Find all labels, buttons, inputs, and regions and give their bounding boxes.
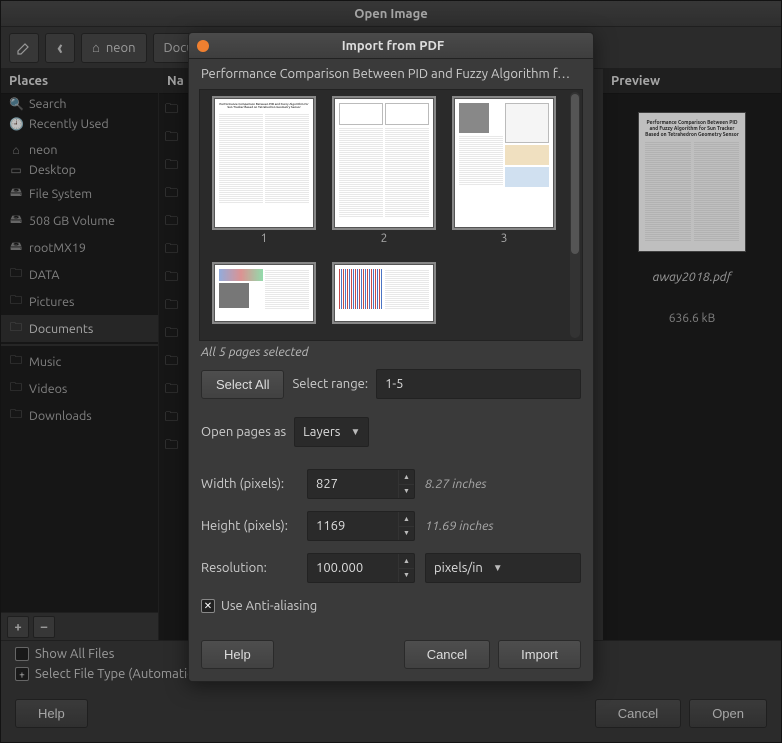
width-input[interactable]: 827 ▲▼ (307, 469, 415, 499)
spin-down-icon[interactable]: ▼ (398, 485, 414, 499)
antialias-checkbox[interactable]: ✕ (201, 599, 215, 613)
modal-titlebar: Import from PDF (189, 33, 593, 59)
page-thumb-3[interactable]: 3 (448, 98, 560, 256)
antialias-row[interactable]: ✕ Use Anti-aliasing (201, 599, 581, 613)
page-preview (334, 264, 434, 322)
thumbnails-scrollbar[interactable] (570, 92, 580, 338)
select-all-button[interactable]: Select All (201, 370, 284, 399)
modal-cancel-button[interactable]: Cancel (404, 640, 490, 669)
page-number: 3 (501, 232, 508, 245)
page-thumb-1[interactable]: Performance Comparison Between PID and F… (208, 98, 320, 256)
page-thumb-4[interactable] (208, 264, 320, 333)
page-thumbnails[interactable]: Performance Comparison Between PID and F… (199, 89, 583, 341)
select-range-label: Select range: (292, 377, 368, 391)
chevron-down-icon: ▼ (350, 426, 360, 438)
spin-up-icon[interactable]: ▲ (398, 470, 414, 485)
page-preview (454, 98, 554, 228)
page-preview (334, 98, 434, 228)
open-pages-as-select[interactable]: Layers ▼ (294, 417, 369, 447)
spin-up-icon[interactable]: ▲ (398, 554, 414, 569)
open-pages-as-label: Open pages as (201, 425, 286, 439)
resolution-unit-select[interactable]: pixels/in ▼ (425, 553, 581, 583)
modal-import-button[interactable]: Import (498, 640, 581, 669)
resolution-label: Resolution: (201, 561, 297, 575)
width-hint: 8.27 inches (425, 477, 581, 491)
chevron-down-icon: ▼ (493, 562, 503, 574)
modal-subtitle: Performance Comparison Between PID and F… (189, 59, 593, 89)
page-thumb-5[interactable] (328, 264, 440, 333)
page-number: 1 (261, 232, 268, 245)
import-pdf-dialog: Import from PDF Performance Comparison B… (188, 32, 594, 682)
modal-footer: Help Cancel Import (189, 628, 593, 681)
select-range-input[interactable]: 1-5 (376, 369, 581, 399)
page-thumb-2[interactable]: 2 (328, 98, 440, 256)
height-label: Height (pixels): (201, 519, 297, 533)
select-value: pixels/in (434, 561, 483, 575)
close-icon[interactable] (197, 40, 209, 52)
antialias-label: Use Anti-aliasing (221, 599, 317, 613)
resolution-input[interactable]: 100.000 ▲▼ (307, 553, 415, 583)
height-input[interactable]: 1169 ▲▼ (307, 511, 415, 541)
page-number: 2 (381, 232, 388, 245)
height-hint: 11.69 inches (425, 519, 581, 533)
spin-up-icon[interactable]: ▲ (398, 512, 414, 527)
select-value: Layers (303, 425, 340, 439)
spin-down-icon[interactable]: ▼ (398, 569, 414, 583)
width-label: Width (pixels): (201, 477, 297, 491)
modal-title: Import from PDF (217, 39, 569, 53)
import-options: Select All Select range: 1-5 Open pages … (189, 369, 593, 613)
modal-help-button[interactable]: Help (201, 640, 274, 669)
page-preview: Performance Comparison Between PID and F… (214, 98, 314, 228)
page-preview (214, 264, 314, 322)
spin-down-icon[interactable]: ▼ (398, 527, 414, 541)
selection-status: All 5 pages selected (189, 341, 593, 369)
